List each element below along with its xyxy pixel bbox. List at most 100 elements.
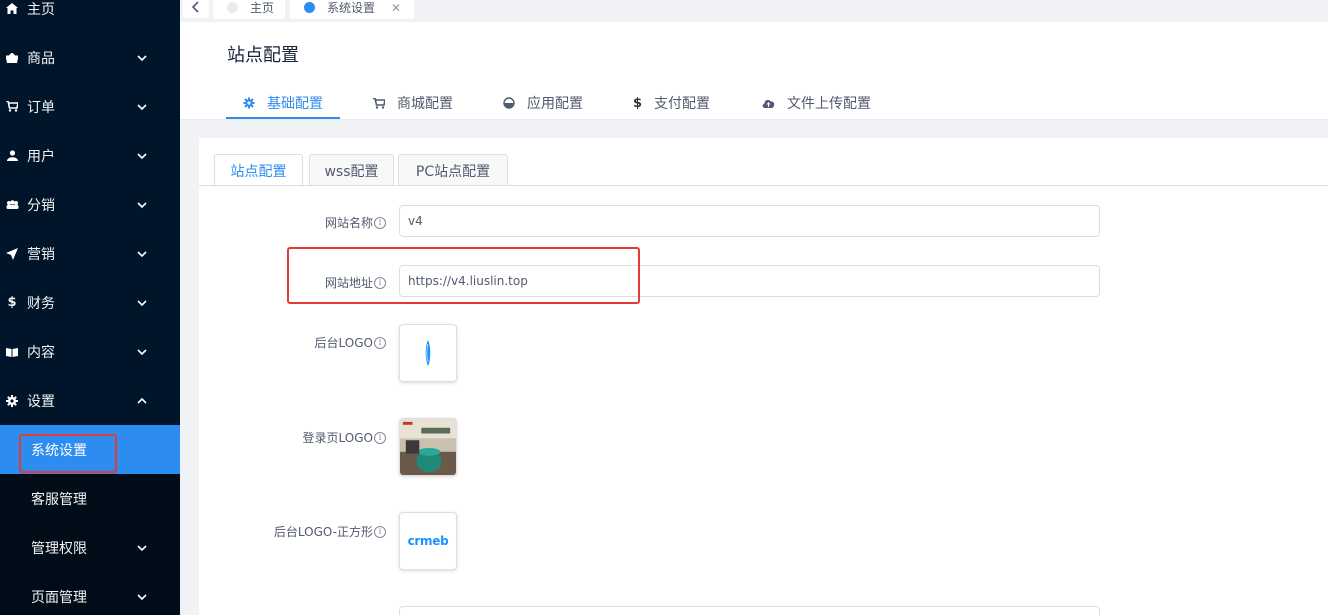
tab-payment-config[interactable]: $ 支付配置 bbox=[633, 93, 710, 113]
user-icon bbox=[5, 150, 19, 161]
label-text: 网站名称 bbox=[324, 216, 373, 230]
sidebar-subitem-page-management[interactable]: 页面管理 bbox=[0, 572, 180, 615]
sidebar-item-label: 主页 bbox=[27, 1, 55, 18]
sidebar-item-label: 内容 bbox=[27, 344, 55, 361]
tab-label: 站点配置 bbox=[230, 164, 287, 180]
logo-image bbox=[425, 340, 431, 366]
tab-upload-config[interactable]: 文件上传配置 bbox=[762, 93, 871, 113]
chevron-down-icon bbox=[137, 348, 147, 355]
dollar-icon: $ bbox=[7, 295, 17, 310]
sidebar: 主页 商品 订单 用户 分销 营销 $ 财务 内容 设置 系统设置 客服管理 管… bbox=[0, 0, 180, 615]
tab-label: 商城配置 bbox=[397, 96, 453, 112]
tab-label: wss配置 bbox=[324, 163, 379, 180]
login-logo-label: 登录页LOGO i bbox=[303, 429, 386, 446]
input-value: v4 bbox=[408, 214, 423, 228]
sidebar-item-marketing[interactable]: 营销 bbox=[0, 229, 180, 278]
divider bbox=[199, 185, 1328, 186]
sidebar-item-label: 页面管理 bbox=[31, 589, 87, 606]
highlight-box bbox=[19, 434, 117, 473]
sidebar-item-orders[interactable]: 订单 bbox=[0, 82, 180, 131]
tab-mall-config[interactable]: 商城配置 bbox=[373, 93, 453, 113]
sidebar-item-settings[interactable]: 设置 bbox=[0, 376, 180, 425]
sidebar-item-label: 订单 bbox=[27, 99, 55, 116]
admin-logo-square-upload[interactable]: crmeb bbox=[399, 512, 457, 570]
gear-icon bbox=[243, 97, 255, 109]
tab-label: 主页 bbox=[250, 1, 275, 15]
login-logo-image bbox=[400, 419, 456, 475]
tab-status-dot bbox=[304, 2, 315, 13]
tab-scroll-left-button[interactable] bbox=[183, 0, 209, 18]
sidebar-item-label: 设置 bbox=[27, 393, 55, 410]
info-icon[interactable]: i bbox=[374, 216, 386, 229]
page-title: 站点配置 bbox=[227, 45, 299, 66]
close-icon[interactable]: ✕ bbox=[391, 1, 401, 15]
tab-label: 文件上传配置 bbox=[787, 96, 871, 112]
chevron-down-icon bbox=[137, 201, 147, 208]
site-name-label: 网站名称 i bbox=[325, 214, 386, 231]
chevron-up-icon bbox=[137, 397, 147, 404]
divider bbox=[180, 119, 1328, 120]
tab-app-config[interactable]: 应用配置 bbox=[503, 93, 583, 113]
cart-icon bbox=[373, 97, 385, 109]
info-icon[interactable]: i bbox=[374, 336, 386, 349]
sidebar-item-content[interactable]: 内容 bbox=[0, 327, 180, 376]
sidebar-item-home[interactable]: 主页 bbox=[0, 0, 180, 33]
chevron-down-icon bbox=[137, 152, 147, 159]
admin-logo-label: 后台LOGO i bbox=[315, 334, 386, 351]
tab-label: 支付配置 bbox=[654, 96, 711, 112]
sidebar-item-label: 商品 bbox=[27, 50, 55, 67]
info-icon[interactable]: i bbox=[374, 431, 386, 444]
chevron-down-icon bbox=[137, 593, 147, 600]
tab-site-config[interactable]: 站点配置 bbox=[214, 154, 303, 187]
sidebar-item-label: 用户 bbox=[27, 148, 55, 165]
highlight-box bbox=[287, 247, 640, 304]
login-logo-upload[interactable] bbox=[399, 418, 457, 476]
sidebar-item-label: 客服管理 bbox=[31, 491, 87, 508]
admin-logo-square-label: 后台LOGO-正方形 i bbox=[274, 523, 386, 540]
chevron-down-icon bbox=[137, 54, 147, 61]
label-text: 后台LOGO-正方形 bbox=[273, 525, 373, 539]
dollar-icon: $ bbox=[633, 95, 643, 111]
sidebar-item-users[interactable]: 用户 bbox=[0, 131, 180, 180]
crmeb-logo: crmeb bbox=[407, 534, 449, 548]
tab-label: PC站点配置 bbox=[415, 163, 491, 180]
sidebar-item-label: 管理权限 bbox=[31, 540, 87, 557]
chevron-down-icon bbox=[137, 299, 147, 306]
label-text: 后台LOGO bbox=[314, 336, 373, 350]
header-card bbox=[180, 22, 1328, 120]
tab-label: 系统设置 bbox=[327, 1, 376, 15]
sidebar-subitem-permissions[interactable]: 管理权限 bbox=[0, 523, 180, 572]
cart-icon bbox=[5, 101, 19, 112]
sidebar-item-label: 营销 bbox=[27, 246, 55, 263]
tab-system-settings[interactable]: 系统设置 ✕ bbox=[290, 0, 414, 19]
admin-logo-upload[interactable] bbox=[399, 324, 457, 382]
gear-icon bbox=[5, 394, 19, 407]
team-icon bbox=[5, 200, 19, 209]
tab-label: 基础配置 bbox=[267, 96, 323, 112]
cloud-upload-icon bbox=[762, 98, 775, 108]
chevron-left-icon bbox=[191, 1, 199, 13]
home-icon bbox=[5, 3, 19, 14]
info-icon[interactable]: i bbox=[374, 525, 386, 538]
shop-icon bbox=[5, 52, 19, 63]
tab-wss-config[interactable]: wss配置 bbox=[309, 154, 394, 186]
send-icon bbox=[5, 247, 19, 260]
book-icon bbox=[5, 347, 19, 357]
app-icon bbox=[503, 97, 515, 109]
next-input[interactable] bbox=[399, 606, 1100, 615]
sidebar-subitem-customer-service[interactable]: 客服管理 bbox=[0, 474, 180, 523]
label-text: 登录页LOGO bbox=[302, 431, 373, 445]
tab-basic-config[interactable]: 基础配置 bbox=[243, 93, 323, 113]
tab-home[interactable]: 主页 bbox=[213, 0, 285, 19]
site-name-input[interactable]: v4 bbox=[399, 205, 1100, 237]
sidebar-item-label: 财务 bbox=[27, 295, 55, 312]
chevron-down-icon bbox=[137, 103, 147, 110]
sidebar-item-distribution[interactable]: 分销 bbox=[0, 180, 180, 229]
sidebar-item-goods[interactable]: 商品 bbox=[0, 33, 180, 82]
tab-pc-site-config[interactable]: PC站点配置 bbox=[398, 154, 508, 186]
chevron-down-icon bbox=[137, 544, 147, 551]
chevron-down-icon bbox=[137, 250, 147, 257]
sidebar-item-label: 分销 bbox=[27, 197, 55, 214]
tab-status-dot bbox=[227, 2, 238, 13]
sidebar-item-finance[interactable]: $ 财务 bbox=[0, 278, 180, 327]
